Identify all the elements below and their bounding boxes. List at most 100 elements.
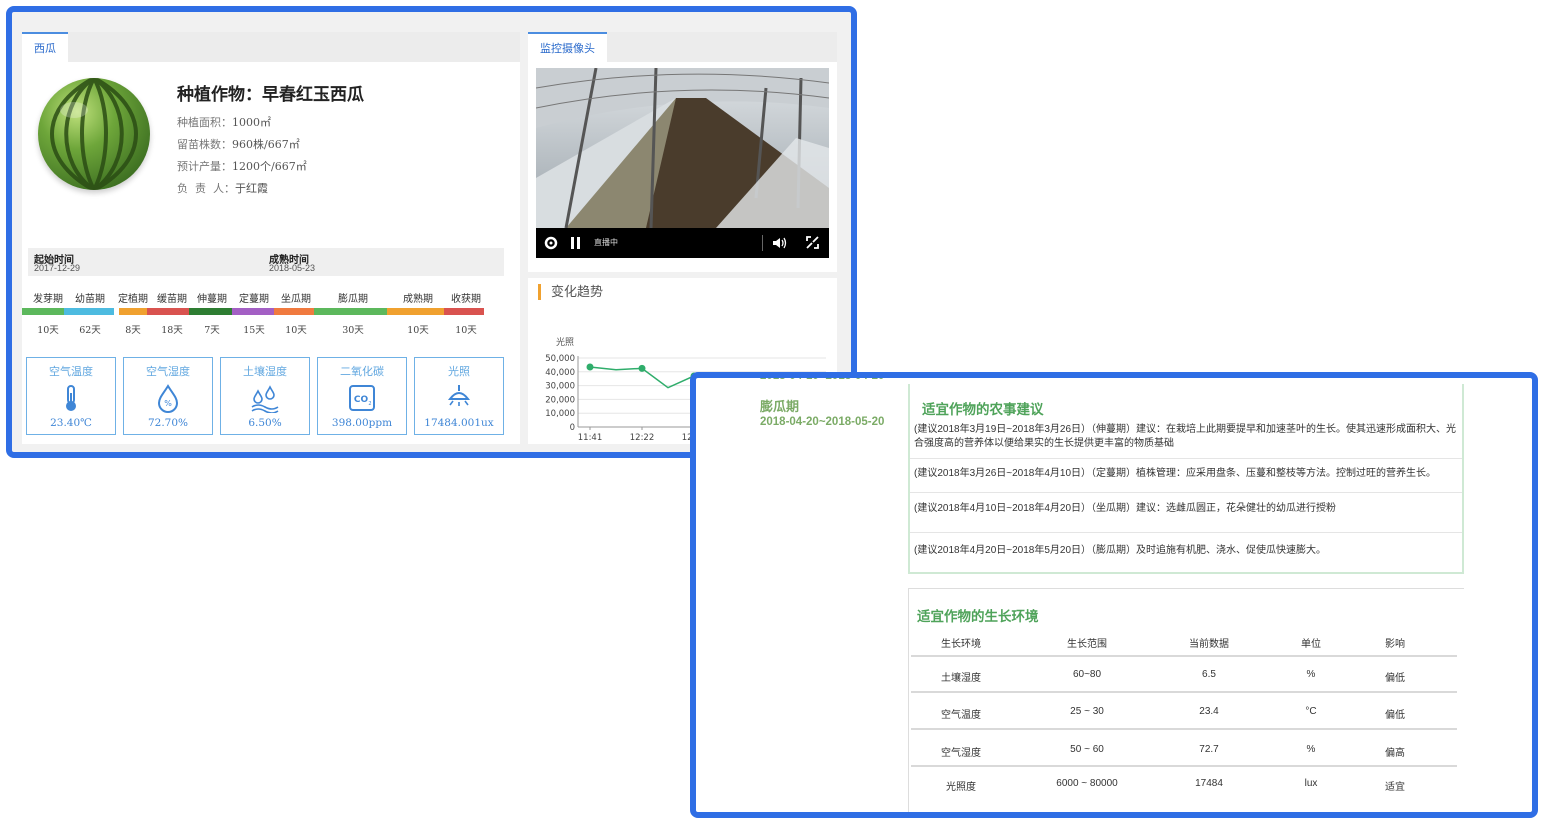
video-controls: 直播中	[536, 228, 829, 258]
sensor-label: 光照	[448, 365, 470, 378]
sensor-value: 17484.001ux	[424, 417, 494, 429]
growth-stage-name[interactable]: 膨瓜期	[760, 396, 799, 415]
table-cell: 土壤湿度	[941, 673, 981, 684]
sensor-value: 6.50%	[248, 417, 282, 429]
table-cell: °C	[1305, 706, 1317, 717]
table-cell: 17484	[1195, 778, 1223, 789]
stage-days: 10天	[285, 325, 307, 336]
y-tick-label: 30,000	[545, 382, 575, 392]
sensor-co2[interactable]: 二氧化碳 CO 2 398.00ppm	[317, 357, 407, 435]
stage-name: 收获期	[451, 294, 481, 305]
y-tick-label: 0	[570, 423, 575, 433]
sensor-label: 土壤湿度	[243, 365, 287, 378]
table-cell: lux	[1304, 778, 1318, 789]
info-yield: 预计产量：1200个/667㎡	[177, 160, 307, 173]
stage-bar	[232, 308, 274, 315]
sensor-value: 72.70%	[147, 417, 189, 429]
stage-bar	[189, 308, 232, 315]
data-point	[638, 364, 646, 372]
pause-icon[interactable]	[570, 236, 582, 250]
tab-camera[interactable]: 监控摄像头	[528, 32, 607, 62]
stage-name: 坐瓜期	[281, 294, 311, 305]
camera-tabbar: 监控摄像头	[528, 32, 837, 62]
stage-days: 10天	[37, 325, 59, 336]
svg-text:%: %	[164, 399, 172, 408]
stage-bar	[387, 308, 444, 315]
ripe-date-value: 2018-05-23	[269, 263, 316, 273]
settings-icon[interactable]	[544, 236, 558, 250]
crop-title: 种植作物：早春红玉西瓜	[177, 85, 364, 104]
stage-bar	[274, 308, 314, 315]
sensor-light[interactable]: 光照 17484.001ux	[414, 357, 504, 435]
table-cell: 25 ~ 30	[1070, 706, 1104, 717]
table-cell: 50 ~ 60	[1070, 744, 1104, 755]
table-cell: 72.7	[1199, 744, 1219, 755]
advice-item: (建议2018年3月19日~2018年3月26日）（伸蔓期）建议：在栽培上此期要…	[914, 424, 1457, 449]
growth-stage-range[interactable]: 2018-04-20~2018-05-20	[760, 416, 884, 428]
table-row-divider	[911, 728, 1457, 730]
sensor-air-temperature[interactable]: 空气温度 23.40℃	[26, 357, 116, 435]
table-header-cell: 生长范围	[1067, 639, 1107, 650]
table-cell: 6000 ~ 80000	[1056, 778, 1118, 789]
table-header-cell: 单位	[1301, 639, 1321, 650]
y-tick-label: 40,000	[545, 368, 575, 378]
y-tick-label: 20,000	[545, 395, 575, 405]
volume-icon[interactable]	[772, 236, 788, 250]
sensor-label: 空气湿度	[146, 365, 190, 378]
advice-divider	[910, 492, 1462, 493]
environment-title: 适宜作物的生长环境	[917, 609, 1039, 624]
info-manager: 负 责 人：于红霞	[177, 182, 268, 195]
advice-divider	[910, 532, 1462, 533]
camera-video[interactable]: 直播中	[536, 68, 829, 258]
y-tick-label: 50,000	[545, 354, 575, 364]
info-seedlings: 留苗株数：960株/667㎡	[177, 138, 300, 151]
stage-days: 10天	[455, 325, 477, 336]
farming-advice-card: 适宜作物的农事建议 (建议2018年3月19日~2018年3月26日）（伸蔓期）…	[908, 384, 1464, 574]
table-cell: %	[1306, 669, 1316, 680]
advice-item: (建议2018年4月20日~2018年5月20日）（膨瓜期）及时追施有机肥、浇水…	[914, 545, 1327, 556]
advice-item: (建议2018年4月10日~2018年4月20日）（坐瓜期）建议：选雌瓜圆正，花…	[914, 503, 1337, 514]
lamp-icon	[447, 385, 471, 406]
stage-days: 10天	[407, 325, 429, 336]
stage-name: 膨瓜期	[338, 294, 368, 305]
sensor-value: 398.00ppm	[331, 417, 393, 429]
fullscreen-icon[interactable]	[806, 236, 819, 249]
stage-name: 伸蔓期	[197, 294, 227, 305]
svg-text:CO: CO	[354, 395, 369, 405]
table-header-cell: 生长环境	[941, 639, 981, 650]
info-area: 种植面积：1000㎡	[177, 116, 271, 129]
data-point	[586, 363, 594, 371]
sensor-air-humidity[interactable]: 空气湿度 % 72.70%	[123, 357, 213, 435]
table-cell: %	[1306, 744, 1316, 755]
stage-bar	[22, 308, 64, 315]
stage-bar	[444, 308, 484, 315]
table-header-cell: 影响	[1385, 639, 1405, 650]
stage-name: 发芽期	[33, 294, 63, 305]
y-tick-label: 10,000	[545, 409, 575, 419]
growth-stage-range[interactable]: 2018-04-10~2018-04-20	[760, 378, 884, 382]
table-cell: 空气湿度	[941, 748, 981, 759]
table-cell: 23.4	[1199, 706, 1219, 717]
tab-watermelon[interactable]: 西瓜	[22, 32, 68, 62]
co2-icon: CO 2	[349, 385, 375, 411]
crop-info-card: 西瓜 种植作物：早春红玉西瓜 种植面积：1000㎡ 留苗株数：960株/667㎡…	[22, 32, 520, 444]
date-bar: 起始时间 2017-12-29 成熟时间 2018-05-23	[28, 248, 504, 276]
table-cell: 60~80	[1072, 669, 1102, 680]
svg-text:2: 2	[368, 401, 371, 407]
sensor-value: 23.40℃	[50, 417, 92, 429]
stage-days: 7天	[204, 325, 220, 336]
stage-bar	[147, 308, 189, 315]
stage-days: 15天	[243, 325, 265, 336]
crop-tabbar: 西瓜	[22, 32, 520, 62]
stage-name: 缓苗期	[157, 294, 187, 305]
sensor-soil-moisture[interactable]: 土壤湿度 6.50%	[220, 357, 310, 435]
live-status: 直播中	[594, 238, 618, 247]
soil-moisture-icon	[251, 385, 279, 413]
humidity-drop-icon: %	[157, 384, 179, 413]
stage-name: 定蔓期	[239, 294, 269, 305]
thermometer-icon	[66, 385, 76, 411]
advice-title: 适宜作物的农事建议	[922, 402, 1044, 417]
table-row-divider	[911, 765, 1457, 767]
stage-bar	[119, 308, 147, 315]
table-row-divider	[911, 655, 1457, 657]
